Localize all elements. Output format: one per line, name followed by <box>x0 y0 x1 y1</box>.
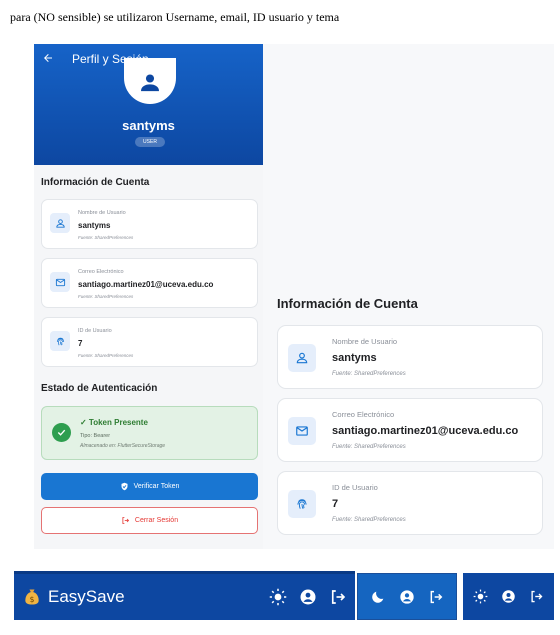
caption-text: para (NO sensible) se utilizaron Usernam… <box>10 10 340 24</box>
field-source: Fuente: SharedPreferences <box>78 235 134 240</box>
profile-header: Perfil y Sesión santyms USER <box>34 44 263 165</box>
money-bag-icon: $ <box>25 589 39 605</box>
token-status-title: ✓ Token Presente <box>80 418 148 427</box>
field-source: Fuente: SharedPreferences <box>332 371 406 377</box>
verify-token-button[interactable]: Verificar Token <box>41 473 258 500</box>
field-label: Correo Electrónico <box>332 410 395 419</box>
avatar <box>124 58 176 104</box>
person-icon <box>288 344 316 372</box>
account-circle-icon[interactable] <box>399 589 415 605</box>
email-card: Correo Electrónico santiago.martinez01@u… <box>41 258 258 308</box>
field-value: 7 <box>332 498 339 510</box>
profile-screen: Perfil y Sesión santyms USER Información… <box>34 44 263 549</box>
email-icon <box>288 417 316 445</box>
field-value: santyms <box>332 352 377 364</box>
email-card: Correo Electrónico santiago.martinez01@u… <box>277 398 543 462</box>
field-label: Nombre de Usuario <box>332 337 398 346</box>
logout-label: Cerrar Sesión <box>134 517 179 524</box>
app-title: EasySave <box>48 587 125 606</box>
verify-token-label: Verificar Token <box>133 483 180 490</box>
account-detail-panel: Información de Cuenta Nombre de Usuario … <box>263 44 554 549</box>
user-id-card: ID de Usuario 7 Fuente: SharedPreference… <box>41 317 258 367</box>
person-icon <box>50 213 70 233</box>
shield-check-icon <box>121 482 128 491</box>
logout-icon <box>122 517 129 524</box>
fingerprint-icon <box>288 490 316 518</box>
moon-icon[interactable] <box>370 589 386 605</box>
check-circle-icon <box>52 423 71 442</box>
token-storage: Almacenado en: FlutterSecureStorage <box>80 443 166 449</box>
field-source: Fuente: SharedPreferences <box>78 353 134 358</box>
username-card: Nombre de Usuario santyms Fuente: Shared… <box>41 199 258 249</box>
role-badge: USER <box>135 137 165 147</box>
field-value: santiago.martinez01@uceva.edu.co <box>332 425 519 437</box>
user-id-card: ID de Usuario 7 Fuente: SharedPreference… <box>277 471 543 535</box>
account-section-title: Información de Cuenta <box>41 177 150 188</box>
account-circle-icon[interactable] <box>299 588 317 606</box>
username-card: Nombre de Usuario santyms Fuente: Shared… <box>277 325 543 389</box>
sun-icon[interactable] <box>473 589 488 604</box>
logout-icon[interactable] <box>329 588 347 606</box>
screenshot-panel: Perfil y Sesión santyms USER Información… <box>34 44 554 549</box>
field-source: Fuente: SharedPreferences <box>78 294 134 299</box>
profile-username: santyms <box>122 118 175 133</box>
field-source: Fuente: SharedPreferences <box>332 444 406 450</box>
field-value: santyms <box>78 221 111 230</box>
account-section-title: Información de Cuenta <box>277 296 418 311</box>
fingerprint-icon <box>50 331 70 351</box>
logout-icon[interactable] <box>529 589 544 604</box>
field-value: santiago.martinez01@uceva.edu.co <box>78 280 214 289</box>
token-type: Tipo: Bearer <box>80 433 111 439</box>
logout-button[interactable]: Cerrar Sesión <box>41 507 258 534</box>
auth-section-title: Estado de Autenticación <box>41 383 158 394</box>
light-theme-icon-bar <box>463 573 554 620</box>
person-icon <box>141 74 159 92</box>
svg-text:$: $ <box>30 595 35 604</box>
sun-icon[interactable] <box>269 588 287 606</box>
token-status-card: ✓ Token Presente Tipo: Bearer Almacenado… <box>41 406 258 460</box>
email-icon <box>50 272 70 292</box>
field-label: ID de Usuario <box>332 483 378 492</box>
dark-theme-icon-bar <box>357 573 457 620</box>
field-label: Correo Electrónico <box>78 269 124 275</box>
logout-icon[interactable] <box>428 589 444 605</box>
field-label: ID de Usuario <box>78 328 112 334</box>
field-label: Nombre de Usuario <box>78 210 126 216</box>
back-arrow-icon[interactable] <box>42 52 62 66</box>
easysave-app-bar: $ EasySave <box>14 571 355 620</box>
field-source: Fuente: SharedPreferences <box>332 517 406 523</box>
account-circle-icon[interactable] <box>501 589 516 604</box>
field-value: 7 <box>78 339 83 348</box>
